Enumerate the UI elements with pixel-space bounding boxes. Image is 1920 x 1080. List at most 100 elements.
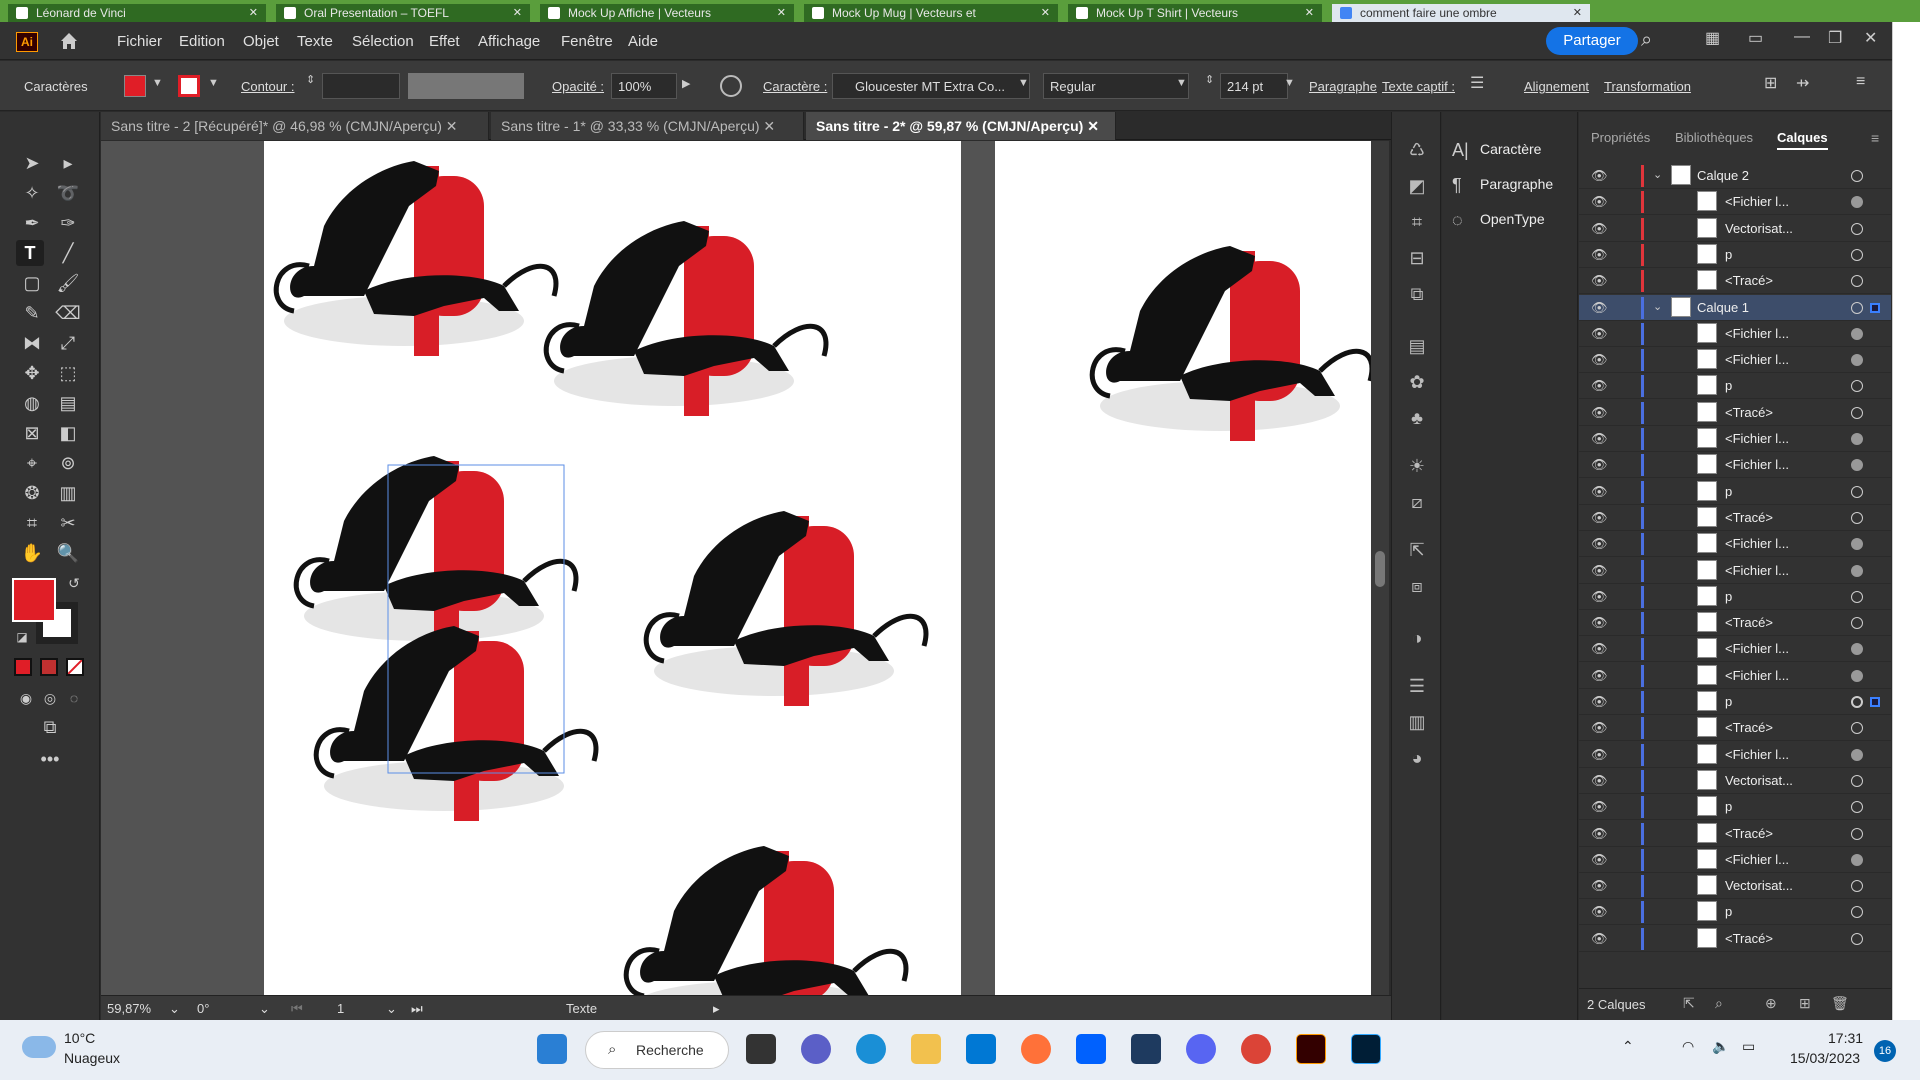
minimize-icon[interactable]: —: [1794, 28, 1810, 46]
layer-name[interactable]: p: [1725, 247, 1732, 262]
target-icon[interactable]: [1851, 853, 1863, 866]
illustrator-taskbar-icon[interactable]: [1296, 1034, 1326, 1064]
visibility-eye-icon[interactable]: 👁: [1591, 247, 1608, 262]
target-icon[interactable]: [1851, 880, 1863, 893]
panel-menu-icon[interactable]: ≡: [1856, 73, 1865, 91]
target-icon[interactable]: [1851, 275, 1863, 288]
layer-item-row[interactable]: 👁 <Tracé>: [1579, 400, 1891, 426]
close-icon[interactable]: ✕: [1573, 6, 1582, 19]
doc-tab-active[interactable]: Sans titre - 2* @ 59,87 % (CMJN/Aperçu) …: [806, 112, 1116, 140]
menu-texte[interactable]: Texte: [297, 33, 333, 50]
layer-item-row[interactable]: 👁 <Fichier l...: [1579, 847, 1891, 873]
doc-tab[interactable]: Sans titre - 1* @ 33,33 % (CMJN/Aperçu) …: [491, 112, 804, 140]
layer-item-row[interactable]: 👁 p: [1579, 584, 1891, 610]
search-icon[interactable]: ⌕: [1715, 995, 1723, 1012]
menu-edition[interactable]: Edition: [179, 33, 225, 50]
visibility-eye-icon[interactable]: 👁: [1591, 904, 1608, 919]
visibility-eye-icon[interactable]: 👁: [1591, 773, 1608, 788]
isolate-icon[interactable]: ⊞: [1764, 73, 1777, 93]
close-icon[interactable]: ✕: [777, 6, 786, 19]
layer-name[interactable]: Calque 2: [1697, 168, 1749, 183]
layer-name[interactable]: <Tracé>: [1725, 510, 1773, 525]
symbols-icon[interactable]: ♣: [1405, 406, 1429, 430]
layer-name[interactable]: Vectorisat...: [1725, 773, 1793, 788]
selection-tool-icon[interactable]: ➤: [18, 150, 46, 176]
layer-item-row[interactable]: 👁 Vectorisat...: [1579, 873, 1891, 900]
fill-color-swatch[interactable]: [124, 75, 146, 97]
layer-item-row[interactable]: 👁 p: [1579, 794, 1891, 821]
layer-item-row[interactable]: 👁 <Tracé>: [1579, 268, 1891, 295]
layer-item-row[interactable]: 👁 p: [1579, 899, 1891, 926]
free-transform-icon[interactable]: ⬚: [54, 360, 82, 386]
target-icon[interactable]: [1851, 801, 1863, 814]
menu-affichage[interactable]: Affichage: [478, 33, 540, 50]
target-icon[interactable]: [1851, 696, 1863, 708]
browser-tab[interactable]: Oral Presentation – TOEFL ✕: [276, 4, 530, 22]
last-artboard-icon[interactable]: ⏭: [411, 1001, 423, 1017]
visibility-eye-icon[interactable]: 👁: [1591, 405, 1608, 420]
gradient-mode-icon[interactable]: [40, 658, 58, 676]
paragraph-link[interactable]: Paragraphe: [1309, 79, 1377, 94]
weather-icon[interactable]: [22, 1036, 56, 1058]
layer-item-row[interactable]: 👁 <Fichier l...: [1579, 452, 1891, 479]
target-icon[interactable]: [1851, 459, 1863, 472]
visibility-eye-icon[interactable]: 👁: [1591, 221, 1608, 236]
zoom-tool-icon[interactable]: 🔍: [54, 540, 82, 566]
layer-name[interactable]: <Tracé>: [1725, 826, 1773, 841]
weather-desc[interactable]: Nuageux: [64, 1050, 120, 1066]
target-icon[interactable]: [1851, 643, 1863, 656]
chevron-down-icon[interactable]: ⌄: [169, 1001, 180, 1017]
layer-name[interactable]: <Tracé>: [1725, 931, 1773, 946]
chevron-down-icon[interactable]: ⌄: [259, 1001, 270, 1017]
color-icon[interactable]: ◑: [1405, 626, 1429, 650]
close-icon[interactable]: ✕: [446, 118, 458, 134]
layer-row[interactable]: 👁 ⌄ Calque 2: [1579, 163, 1891, 189]
target-icon[interactable]: [1851, 538, 1863, 551]
recolor-icon[interactable]: [720, 75, 742, 97]
target-icon[interactable]: [1851, 774, 1863, 787]
stepper-icon[interactable]: ⇕: [306, 73, 315, 86]
visibility-eye-icon[interactable]: 👁: [1591, 615, 1608, 630]
canvas[interactable]: [101, 141, 1371, 995]
firefox-icon[interactable]: [1021, 1034, 1051, 1064]
character-label[interactable]: Caractère :: [763, 79, 827, 94]
layer-name[interactable]: <Fichier l...: [1725, 668, 1789, 683]
panel-menu-icon[interactable]: ≡: [1871, 130, 1879, 146]
default-colors-icon[interactable]: ◪: [8, 624, 36, 650]
visibility-eye-icon[interactable]: 👁: [1591, 852, 1608, 867]
close-icon[interactable]: ✕: [1041, 6, 1050, 19]
pen-tool-icon[interactable]: ✒: [18, 210, 46, 236]
layer-name[interactable]: p: [1725, 799, 1732, 814]
transform-icon[interactable]: ⌗: [1405, 210, 1429, 234]
layer-item-row[interactable]: 👁 <Fichier l...: [1579, 321, 1891, 347]
visibility-eye-icon[interactable]: 👁: [1591, 300, 1608, 315]
visibility-eye-icon[interactable]: 👁: [1591, 720, 1608, 735]
start-icon[interactable]: [537, 1034, 567, 1064]
target-icon[interactable]: [1851, 433, 1863, 445]
app-icon[interactable]: [1131, 1034, 1161, 1064]
target-icon[interactable]: [1851, 301, 1863, 314]
image-trace-icon[interactable]: ⧄: [1405, 490, 1429, 514]
appearance-icon[interactable]: ♺: [1405, 138, 1429, 162]
close-icon[interactable]: ✕: [249, 6, 258, 19]
browser-tab-active[interactable]: comment faire une ombre ✕: [1332, 4, 1590, 22]
pathfinder-icon[interactable]: ⧉: [1405, 282, 1429, 306]
menu-fenetre[interactable]: Fenêtre: [561, 33, 613, 50]
chevron-down-icon[interactable]: ⌄: [1653, 300, 1662, 313]
menu-fichier[interactable]: Fichier: [117, 33, 162, 50]
layer-name[interactable]: <Tracé>: [1725, 720, 1773, 735]
vertical-scrollbar[interactable]: [1371, 141, 1389, 995]
target-icon[interactable]: [1851, 827, 1863, 840]
visibility-eye-icon[interactable]: 👁: [1591, 168, 1608, 183]
transparency-icon[interactable]: ◕: [1405, 746, 1429, 770]
paintbrush-icon[interactable]: 🖌: [54, 270, 82, 296]
layer-item-row[interactable]: 👁 <Tracé>: [1579, 610, 1891, 637]
visibility-eye-icon[interactable]: 👁: [1591, 536, 1608, 551]
tab-proprietes[interactable]: Propriétés: [1591, 130, 1650, 145]
brushes-icon[interactable]: ✿: [1405, 370, 1429, 394]
panel-toggle-icon[interactable]: ▭: [1748, 28, 1763, 48]
target-icon[interactable]: [1851, 354, 1863, 367]
type-tool-icon[interactable]: T: [16, 240, 44, 266]
layer-item-row[interactable]: 👁 Vectorisat...: [1579, 216, 1891, 242]
browser-tab[interactable]: Mock Up Mug | Vecteurs et ✕: [804, 4, 1058, 22]
